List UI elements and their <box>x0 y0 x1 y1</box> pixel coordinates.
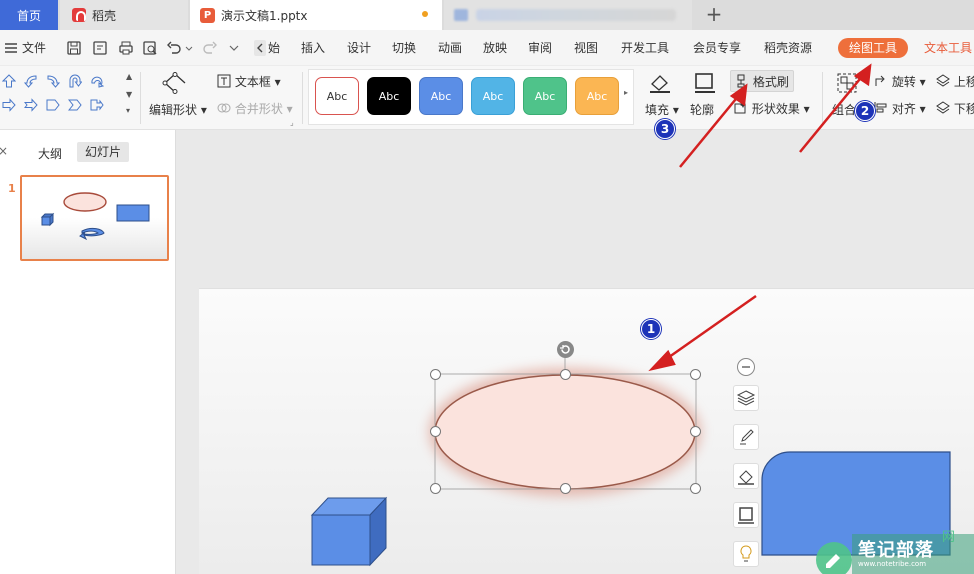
watermark-net-label: 网 <box>942 530 956 545</box>
step-badge-3: 3 <box>655 119 675 139</box>
resize-handle-top-right[interactable] <box>690 369 701 380</box>
step-badge-2: 2 <box>855 101 875 121</box>
resize-handle-top-left[interactable] <box>430 369 441 380</box>
resize-handle-bottom-left[interactable] <box>430 483 441 494</box>
watermark-url: www.notetribe.com <box>858 560 927 568</box>
resize-handle-bottom[interactable] <box>560 483 571 494</box>
resize-handle-bottom-right[interactable] <box>690 483 701 494</box>
watermark-text: 笔记部落 <box>858 540 934 561</box>
annotation-arrow-1 <box>661 294 757 364</box>
resize-handle-left[interactable] <box>430 426 441 437</box>
collapse-toolbar-icon[interactable] <box>737 358 755 376</box>
watermark: 笔记部落 网 www.notetribe.com <box>814 530 974 574</box>
brush-icon[interactable] <box>733 424 759 450</box>
fill-bucket-icon[interactable] <box>733 463 759 489</box>
lightbulb-icon[interactable] <box>733 541 759 567</box>
rotate-handle-icon[interactable] <box>557 341 574 358</box>
resize-handle-top[interactable] <box>560 369 571 380</box>
selected-ellipse[interactable] <box>434 374 696 490</box>
outline-square-icon[interactable] <box>733 502 759 528</box>
annotation-arrow-3 <box>679 93 741 168</box>
slide-content-overlay <box>310 63 951 567</box>
step-badge-1: 1 <box>641 319 661 339</box>
cube-shape[interactable] <box>310 496 388 567</box>
resize-handle-right[interactable] <box>690 426 701 437</box>
layer-icon[interactable] <box>733 385 759 411</box>
